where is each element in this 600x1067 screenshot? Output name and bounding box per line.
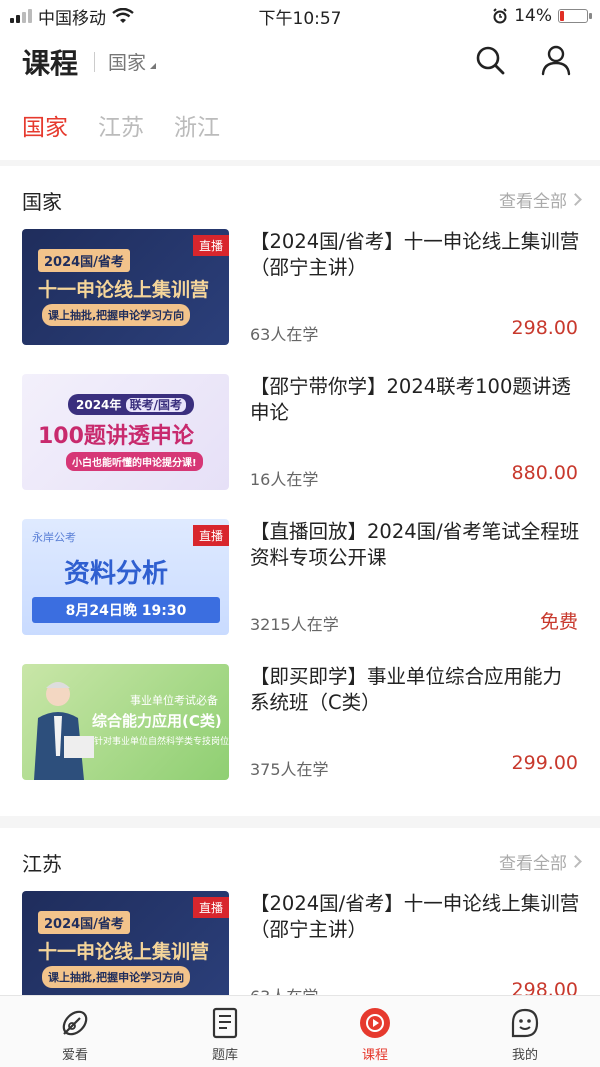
course-thumbnail: 直播 永岸公考 资料分析 8月24日晚 19:30 <box>22 519 229 635</box>
leaf-icon <box>62 1010 88 1036</box>
thumb-main: 十一申论线上集训营 <box>38 279 210 301</box>
battery-level <box>560 11 564 21</box>
course-thumbnail: 2024年 联考/国考 100题讲透申论 小白也能听懂的申论提分课! <box>22 374 229 490</box>
tab-label: 题库 <box>211 1048 238 1063</box>
thumb-brand: 永岸公考 <box>32 531 76 544</box>
course-card[interactable]: 2024年 联考/国考 100题讲透申论 小白也能听懂的申论提分课! 【邵宁带你… <box>0 374 600 519</box>
live-badge: 直播 <box>192 525 229 546</box>
bottom-tab-bar: 爱看 题库 课程 我的 <box>0 995 600 1067</box>
thumb-sub: 针对事业单位自然科学类专技岗位 <box>94 737 229 747</box>
course-title: 【直播回放】2024国/省考笔试全程班资料专项公开课 <box>250 520 580 569</box>
course-price: 299.00 <box>511 752 578 774</box>
page-title: 课程 <box>22 47 79 80</box>
learner-count: 16人在学 <box>250 470 319 489</box>
section-jiangsu: 江苏 查看全部 直播 2024国/省考 十一申论线上集训营 课上抽批,把握申论学… <box>0 828 600 995</box>
course-card[interactable]: 直播 永岸公考 资料分析 8月24日晚 19:30 【直播回放】2024国/省考… <box>0 519 600 664</box>
course-title: 【2024国/省考】十一申论线上集训营（邵宁主讲） <box>250 892 580 941</box>
view-all-label: 查看全部 <box>499 192 567 212</box>
course-card[interactable]: 直播 2024国/省考 十一申论线上集训营 课上抽批,把握申论学习方向 【202… <box>0 229 600 374</box>
thumb-sub: 小白也能听懂的申论提分课! <box>66 452 203 471</box>
thumb-main: 综合能力应用(C类) <box>92 712 222 730</box>
region-tabs: 国家 江苏 浙江 <box>22 108 220 142</box>
tab-guojia[interactable]: 国家 <box>22 108 68 142</box>
play-icon <box>360 1008 390 1038</box>
course-price: 免费 <box>539 611 578 633</box>
thumb-tag-year: 2024年 联考/国考 <box>68 394 194 415</box>
user-icon[interactable] <box>538 42 574 78</box>
teacher-illustration <box>34 682 94 780</box>
tab-label: 我的 <box>511 1048 538 1063</box>
section-title: 江苏 <box>22 852 62 876</box>
chevron-right-icon <box>569 855 582 868</box>
course-price: 298.00 <box>511 317 578 339</box>
course-title: 【邵宁带你学】2024联考100题讲透申论 <box>250 375 571 424</box>
thumb-line1: 事业单位考试必备 <box>130 694 218 707</box>
tab-kecheng[interactable]: 课程 <box>300 996 450 1067</box>
course-thumbnail: 事业单位考试必备 综合能力应用(C类) 针对事业单位自然科学类专技岗位 <box>22 664 229 780</box>
thumb-tag: 2024国/省考 <box>38 911 130 934</box>
thumb-sub: 课上抽批,把握申论学习方向 <box>42 966 191 988</box>
book-icon <box>212 1007 238 1039</box>
course-thumbnail: 直播 2024国/省考 十一申论线上集训营 课上抽批,把握申论学习方向 <box>22 229 229 345</box>
learner-count: 3215人在学 <box>250 615 339 634</box>
tab-zhejiang[interactable]: 浙江 <box>174 108 220 142</box>
status-bar: 中国移动 下午10:57 14% <box>0 0 600 32</box>
chevron-right-icon <box>569 193 582 206</box>
alarm-icon <box>493 8 507 24</box>
face-icon <box>511 1008 539 1038</box>
thumb-tag: 2024国/省考 <box>38 249 130 272</box>
thumb-main: 十一申论线上集训营 <box>38 941 210 963</box>
thumb-main: 100题讲透申论 <box>38 424 194 449</box>
live-badge: 直播 <box>192 897 229 918</box>
live-badge: 直播 <box>192 235 229 256</box>
course-card[interactable]: 事业单位考试必备 综合能力应用(C类) 针对事业单位自然科学类专技岗位 【即买即… <box>0 664 600 809</box>
tab-jiangsu[interactable]: 江苏 <box>98 108 144 142</box>
thumb-main: 资料分析 <box>64 559 169 589</box>
region-label: 国家 <box>108 52 147 74</box>
section-guojia: 国家 查看全部 直播 2024国/省考 十一申论线上集训营 课上抽批,把握申论学… <box>0 166 600 816</box>
battery-icon <box>558 9 592 23</box>
tab-aikan[interactable]: 爱看 <box>0 996 150 1067</box>
title-divider <box>94 52 95 72</box>
region-selector[interactable]: 国家 <box>108 48 157 75</box>
tab-label: 课程 <box>361 1048 388 1063</box>
view-all-link[interactable]: 查看全部 <box>499 187 582 212</box>
battery-percent: 14% <box>514 6 552 26</box>
thumb-sub: 8月24日晚 19:30 <box>32 597 220 623</box>
learner-count: 375人在学 <box>250 760 329 779</box>
tab-tiku[interactable]: 题库 <box>150 996 300 1067</box>
tab-label: 爱看 <box>61 1048 88 1063</box>
view-all-link[interactable]: 查看全部 <box>499 849 582 874</box>
course-title: 【即买即学】事业单位综合应用能力系统班（C类） <box>250 665 563 714</box>
course-price: 880.00 <box>511 462 578 484</box>
page-header: 课程 国家 国家 江苏 浙江 <box>0 32 600 160</box>
course-thumbnail: 直播 2024国/省考 十一申论线上集训营 课上抽批,把握申论学习方向 <box>22 891 229 995</box>
caret-icon <box>150 63 157 69</box>
course-price: 298.00 <box>511 979 578 995</box>
view-all-label: 查看全部 <box>499 854 567 874</box>
learner-count: 63人在学 <box>250 983 318 995</box>
learner-count: 63人在学 <box>250 325 319 344</box>
tab-wode[interactable]: 我的 <box>450 996 600 1067</box>
course-card[interactable]: 直播 2024国/省考 十一申论线上集训营 课上抽批,把握申论学习方向 【202… <box>0 891 600 995</box>
section-title: 国家 <box>22 190 62 214</box>
search-icon[interactable] <box>472 42 508 78</box>
course-title: 【2024国/省考】十一申论线上集训营（邵宁主讲） <box>250 230 580 279</box>
thumb-sub: 课上抽批,把握申论学习方向 <box>42 304 191 326</box>
